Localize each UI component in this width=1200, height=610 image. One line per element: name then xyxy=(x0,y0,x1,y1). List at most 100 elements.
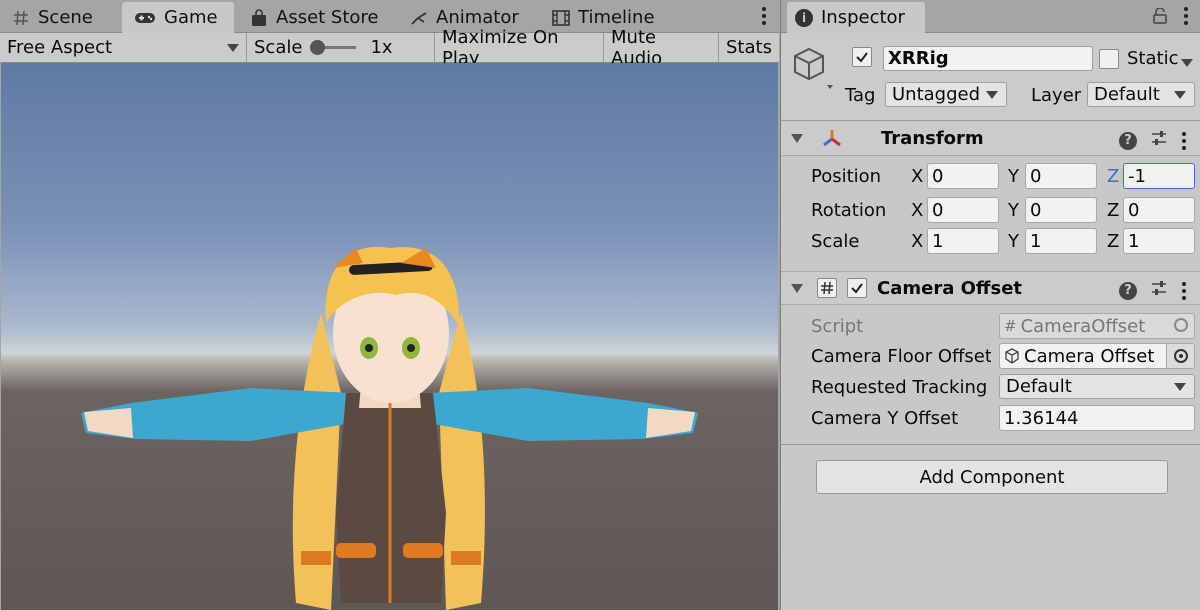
rotation-y-input[interactable]: 0 xyxy=(1025,197,1097,223)
scale-x-value: 1 xyxy=(932,230,944,252)
maximize-on-play-toggle[interactable]: Maximize On Play xyxy=(435,27,604,69)
scale-y-input[interactable]: 1 xyxy=(1025,228,1097,254)
component-menu-icon[interactable] xyxy=(1181,131,1187,150)
gameobject-name: XRRig xyxy=(888,48,949,69)
tracking-mode-dropdown[interactable]: Default xyxy=(999,374,1195,399)
help-icon[interactable]: ? xyxy=(1119,281,1137,300)
script-object-field: # CameraOffset xyxy=(999,313,1195,339)
axis-x-label[interactable]: X xyxy=(911,200,923,221)
camera-offset-component-header[interactable]: Camera Offset ? xyxy=(781,271,1200,305)
game-viewport[interactable] xyxy=(1,63,778,610)
add-component-button[interactable]: Add Component xyxy=(816,460,1168,494)
layer-dropdown[interactable]: Default xyxy=(1087,82,1195,107)
layer-value: Default xyxy=(1094,84,1160,105)
rotation-z-value: 0 xyxy=(1128,199,1140,221)
gameobject-name-input[interactable]: XRRig xyxy=(883,46,1093,71)
chevron-down-icon xyxy=(1174,90,1186,99)
tab-asset-store[interactable]: Asset Store xyxy=(238,2,398,33)
scale-label: Scale xyxy=(254,37,303,58)
axis-z-label[interactable]: Z xyxy=(1107,200,1119,221)
chevron-down-icon xyxy=(1174,382,1186,391)
info-icon: i xyxy=(795,8,813,27)
field-label: Position xyxy=(811,165,882,187)
object-picker-icon xyxy=(1174,318,1188,332)
component-title: Transform xyxy=(881,128,984,149)
scale-y-value: 1 xyxy=(1030,230,1042,252)
gamepad-icon xyxy=(134,9,156,27)
axis-z-label[interactable]: Z xyxy=(1107,166,1119,187)
script-row: Script # CameraOffset xyxy=(781,311,1200,341)
static-label: Static xyxy=(1127,48,1179,69)
tab-label: Timeline xyxy=(578,7,655,28)
add-component-label: Add Component xyxy=(919,466,1065,488)
mute-audio-toggle[interactable]: Mute Audio xyxy=(604,27,719,69)
hash-icon xyxy=(12,9,30,27)
static-dropdown-icon[interactable] xyxy=(1181,59,1193,67)
script-hash-icon: # xyxy=(1004,317,1017,335)
axis-x-label[interactable]: X xyxy=(911,231,923,252)
component-enabled-checkbox[interactable] xyxy=(847,278,867,298)
preset-sliders-icon[interactable] xyxy=(1151,130,1167,151)
axis-x-label[interactable]: X xyxy=(911,166,923,187)
inspector-tabbar: i Inspector xyxy=(781,0,1200,33)
tag-dropdown[interactable]: Untagged xyxy=(885,82,1007,107)
more-options-icon[interactable] xyxy=(761,7,767,25)
gameobject-header: XRRig Static Tag Untagged Layer Default xyxy=(781,33,1200,121)
script-value: CameraOffset xyxy=(1020,315,1146,337)
aspect-dropdown[interactable]: Free Aspect xyxy=(0,33,247,62)
component-menu-icon[interactable] xyxy=(1181,281,1187,300)
divider xyxy=(781,444,1200,445)
static-checkbox[interactable] xyxy=(1099,49,1119,69)
scale-z-value: 1 xyxy=(1128,230,1140,252)
floor-offset-value: Camera Offset xyxy=(1024,345,1155,367)
field-label: Camera Floor Offset O xyxy=(811,345,991,367)
gameobject-cube-icon[interactable] xyxy=(791,45,835,94)
field-label: Rotation xyxy=(811,199,887,221)
aspect-value: Free Aspect xyxy=(7,37,113,58)
tab-label: Asset Store xyxy=(276,7,379,28)
rotation-x-input[interactable]: 0 xyxy=(927,197,999,223)
transform-icon xyxy=(817,127,847,151)
tab-label: Inspector xyxy=(821,7,905,28)
scale-z-input[interactable]: 1 xyxy=(1123,228,1195,254)
transform-component-header[interactable]: Transform ? xyxy=(781,122,1200,156)
position-z-input[interactable]: -1 xyxy=(1123,163,1195,189)
foldout-arrow-icon[interactable] xyxy=(791,283,803,293)
camera-floor-offset-field[interactable]: Camera Offset xyxy=(999,343,1195,369)
camera-y-offset-input[interactable]: 1.36144 xyxy=(999,405,1195,431)
foldout-arrow-icon[interactable] xyxy=(791,134,803,143)
axis-y-label[interactable]: Y xyxy=(1008,166,1019,187)
position-y-value: 0 xyxy=(1030,165,1042,187)
chevron-down-icon xyxy=(986,90,998,99)
tag-value: Untagged xyxy=(892,84,981,105)
object-picker-icon[interactable] xyxy=(1166,344,1194,368)
tag-label: Tag xyxy=(845,85,876,106)
help-icon[interactable]: ? xyxy=(1119,131,1137,150)
scale-x-input[interactable]: 1 xyxy=(927,228,999,254)
scale-slider[interactable] xyxy=(310,40,357,55)
axis-y-label[interactable]: Y xyxy=(1008,231,1019,252)
tab-scene[interactable]: Scene xyxy=(0,2,122,33)
animator-icon xyxy=(410,9,428,27)
rotation-z-input[interactable]: 0 xyxy=(1123,197,1195,223)
layer-label: Layer xyxy=(1031,85,1082,106)
more-options-icon[interactable] xyxy=(1183,7,1189,25)
game-toolbar: Free Aspect Scale 1x Maximize On Play Mu… xyxy=(0,27,779,69)
axis-y-label[interactable]: Y xyxy=(1008,200,1019,221)
position-y-input[interactable]: 0 xyxy=(1025,163,1097,189)
slider-handle[interactable] xyxy=(310,40,326,55)
lock-icon[interactable] xyxy=(1153,7,1167,29)
camera-floor-offset-row: Camera Floor Offset O Camera Offset xyxy=(781,341,1200,371)
tab-label: Animator xyxy=(436,7,519,28)
stats-toggle[interactable]: Stats xyxy=(719,33,779,62)
tab-inspector[interactable]: i Inspector xyxy=(787,2,925,33)
tab-game[interactable]: Game xyxy=(122,2,234,33)
script-hash-icon xyxy=(817,278,837,298)
active-checkbox[interactable] xyxy=(852,47,872,67)
field-label: Requested Tracking M xyxy=(811,376,991,398)
position-x-input[interactable]: 0 xyxy=(927,163,999,189)
stats-label: Stats xyxy=(726,37,772,58)
preset-sliders-icon[interactable] xyxy=(1151,280,1167,301)
tab-label: Game xyxy=(164,7,218,28)
axis-z-label[interactable]: Z xyxy=(1107,231,1119,252)
